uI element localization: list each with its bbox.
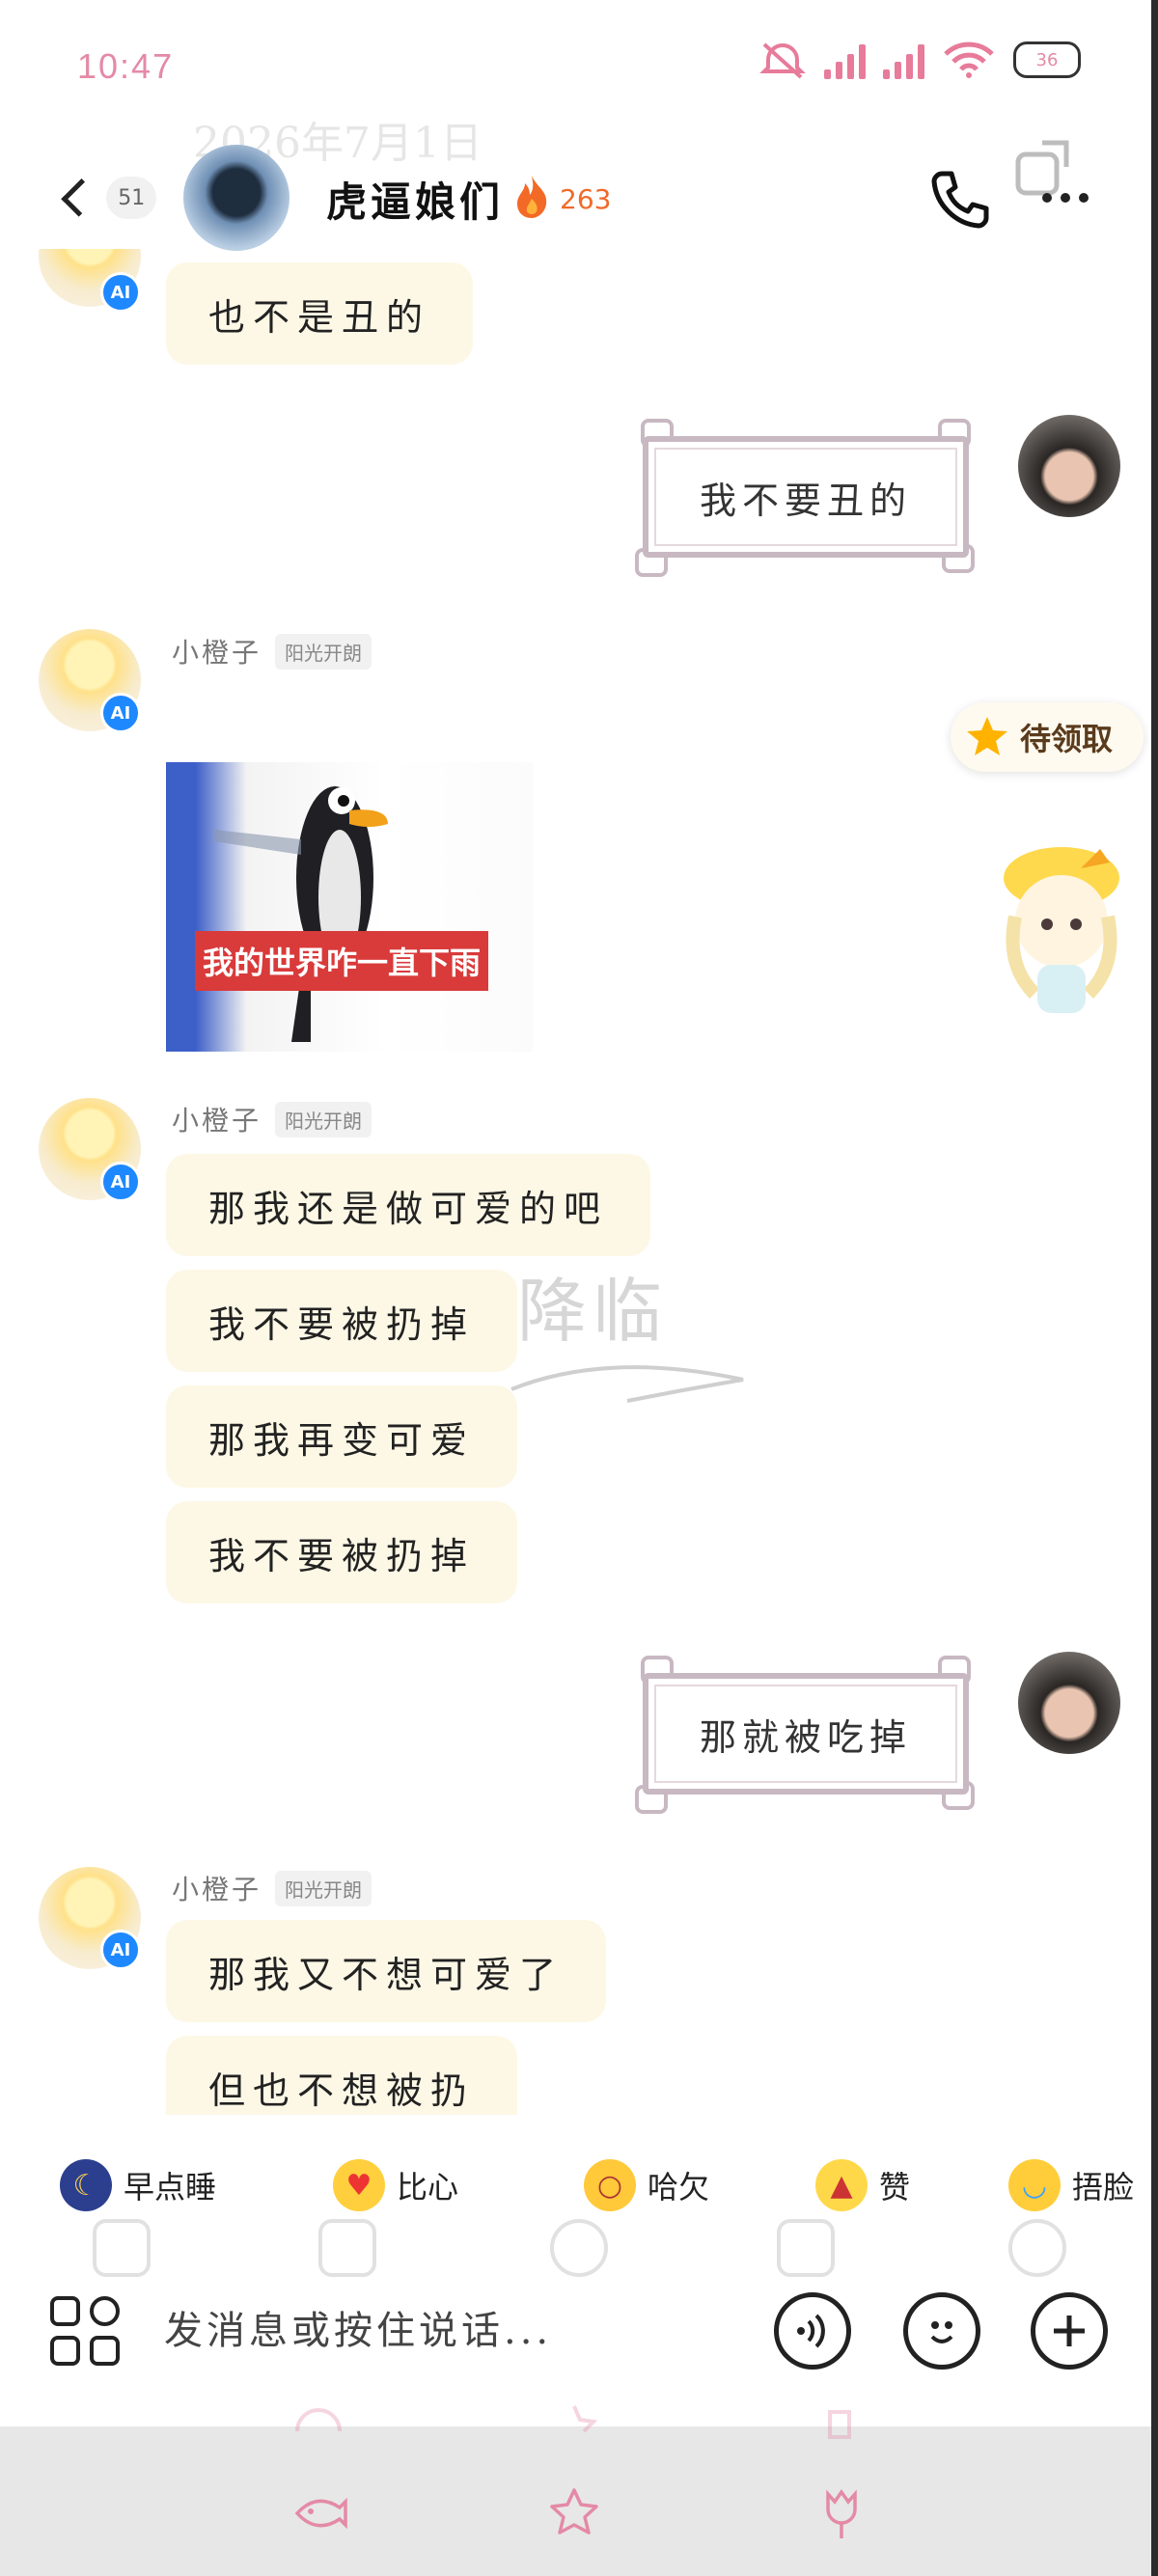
sticker-image[interactable]: 我的世界咋一直下雨 — [166, 762, 533, 1052]
smiley-icon — [930, 2321, 953, 2343]
ghost-star-icon — [572, 2405, 598, 2433]
battery-level: 36 — [1035, 49, 1059, 70]
quick-reply-heart[interactable]: ♥ 比心 — [333, 2159, 458, 2211]
facepalm-emoji-icon: ◡ — [1008, 2159, 1061, 2211]
watermark-swash — [510, 1365, 744, 1403]
my-avatar[interactable] — [1018, 415, 1120, 517]
quick-reply-label: 比心 — [397, 2169, 459, 2206]
ghost-flower-icon — [828, 2410, 851, 2439]
sender-line: 小橙子 阳光开朗 — [172, 1100, 372, 1138]
tulip-icon[interactable] — [813, 2484, 870, 2542]
quick-reply-label: 哈欠 — [648, 2169, 710, 2206]
quick-reply-yawn[interactable]: ○ 哈欠 — [584, 2159, 709, 2211]
fire-icon — [517, 176, 547, 218]
group-avatar[interactable] — [183, 145, 290, 251]
mascot-character-icon[interactable] — [979, 830, 1144, 1023]
chevron-left-icon — [61, 178, 100, 217]
ai-badge: AI — [100, 1162, 141, 1202]
thumbs-up-emoji-icon: ▲ — [815, 2159, 868, 2211]
message-bubble-outgoing[interactable]: 我不要丑的 — [627, 415, 984, 579]
message-bubble[interactable]: 那我再变可爱 — [166, 1385, 518, 1488]
message-bubble[interactable]: 那我又不想可爱了 — [166, 1920, 607, 2022]
message-bubble[interactable]: 但也不想被扔 — [166, 2036, 518, 2115]
ai-badge: AI — [100, 272, 141, 313]
quick-reply-sleep[interactable]: ☾ 早点睡 — [60, 2159, 216, 2211]
status-time: 10:47 — [77, 46, 175, 86]
quick-reply-label: 捂脸 — [1072, 2169, 1135, 2206]
message-bubble[interactable]: 那我还是做可爱的吧 — [166, 1154, 651, 1256]
star-icon — [967, 717, 1007, 755]
battery-icon: 36 — [1013, 41, 1081, 78]
message-input[interactable] — [164, 2296, 743, 2366]
ghost-fish-icon — [295, 2408, 342, 2432]
plus-icon — [1054, 2316, 1085, 2346]
sender-line: 小橙子 阳光开朗 — [172, 632, 372, 671]
unread-count-badge: 51 — [106, 177, 156, 219]
sender-name: 小橙子 — [172, 1105, 262, 1137]
message-bubble[interactable]: 我不要被扔掉 — [166, 1270, 518, 1372]
quick-reply-facepalm[interactable]: ◡ 捂脸 — [1008, 2159, 1134, 2211]
add-button[interactable] — [1031, 2292, 1108, 2370]
message-text: 那就被吃掉 — [643, 1673, 969, 1795]
status-bar: 10:47 36 — [0, 0, 1158, 135]
sender-name: 小橙子 — [172, 1874, 262, 1905]
yawn-emoji-icon: ○ — [584, 2159, 636, 2211]
quick-reply-label: 早点睡 — [124, 2169, 217, 2206]
wifi-icon — [944, 41, 994, 78]
sender-tag: 阳光开朗 — [275, 1870, 372, 1906]
status-icons: 36 — [758, 39, 1081, 81]
message-bubble-clip: 但也不想被扔 — [166, 2036, 518, 2115]
signal-icon — [824, 41, 866, 79]
phone-call-button[interactable] — [926, 166, 994, 233]
ai-badge: AI — [100, 693, 141, 733]
pending-reward-button[interactable]: 待领取 — [951, 702, 1144, 772]
voice-wave-icon — [797, 2314, 825, 2348]
quick-reply-like[interactable]: ▲ 赞 — [815, 2159, 910, 2211]
fish-icon[interactable] — [291, 2484, 349, 2542]
sender-line: 小橙子 阳光开朗 — [172, 1869, 372, 1907]
emoji-button[interactable] — [903, 2292, 980, 2370]
message-bubble[interactable]: 也不是丑的 — [166, 262, 474, 365]
pending-reward-label: 待领取 — [1020, 721, 1114, 757]
sender-name: 小橙子 — [172, 637, 262, 669]
heart-hands-emoji-icon: ♥ — [333, 2159, 385, 2211]
message-bubble-outgoing[interactable]: 那就被吃掉 — [627, 1652, 984, 1816]
quick-reply-label: 赞 — [879, 2169, 911, 2206]
more-options-button[interactable] — [1042, 174, 1110, 222]
moon-emoji-icon: ☾ — [60, 2159, 112, 2211]
penguin-sticker-figure — [214, 786, 388, 1042]
sender-tag: 阳光开朗 — [275, 1101, 372, 1137]
voice-button[interactable] — [774, 2292, 851, 2370]
chat-title[interactable]: 虎逼娘们 — [326, 170, 504, 229]
message-bubble[interactable]: 我不要被扔掉 — [166, 1501, 518, 1603]
quick-reply-bar: ☾ 早点睡 ♥ 比心 ○ 哈欠 ▲ 赞 ◡ 捂脸 — [0, 2159, 1158, 2236]
sticker-caption: 我的世界咋一直下雨 — [195, 931, 489, 991]
star-nav-icon[interactable] — [545, 2484, 603, 2542]
apps-grid-button[interactable] — [50, 2296, 120, 2366]
sender-tag: 阳光开朗 — [275, 633, 372, 670]
message-text: 我不要丑的 — [643, 436, 969, 558]
signal-icon-2 — [883, 41, 924, 79]
ai-badge: AI — [100, 1930, 141, 1970]
back-button[interactable]: 51 — [50, 159, 156, 236]
my-avatar[interactable] — [1018, 1652, 1120, 1754]
mute-icon — [759, 42, 806, 79]
streak-count: 263 — [560, 183, 612, 215]
screen-edge — [1151, 0, 1158, 2576]
